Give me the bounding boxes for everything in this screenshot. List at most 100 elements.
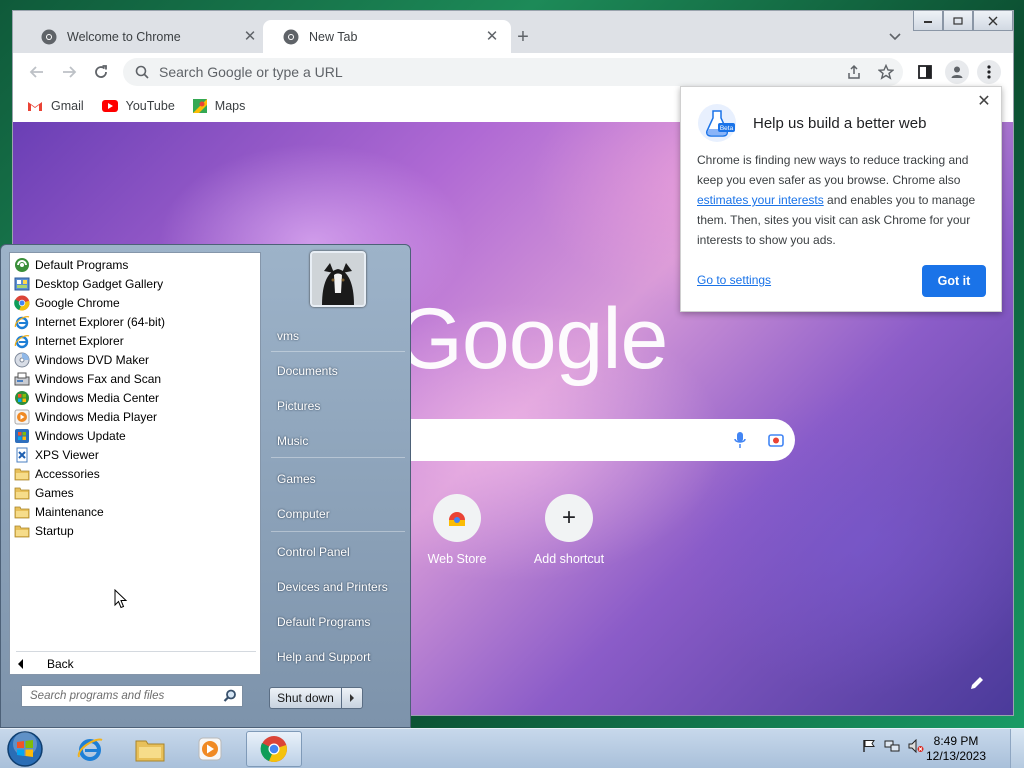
shutdown-button[interactable]: Shut down — [269, 687, 341, 709]
clock-time: 8:49 PM — [933, 734, 979, 748]
program-item[interactable]: Internet Explorer (64-bit) — [10, 312, 260, 331]
program-item[interactable]: Startup — [10, 521, 260, 540]
microphone-icon[interactable] — [733, 431, 747, 449]
estimates-interests-link[interactable]: estimates your interests — [697, 193, 824, 207]
windows-start-orb-icon[interactable] — [6, 730, 44, 768]
program-item[interactable]: Windows DVD Maker — [10, 350, 260, 369]
shortcut-add[interactable]: + Add shortcut — [521, 494, 617, 566]
start-link-documents[interactable]: Documents — [277, 364, 338, 378]
back-arrow-icon[interactable] — [25, 60, 49, 84]
program-item[interactable]: Default Programs — [10, 255, 260, 274]
dvd-maker-icon — [14, 352, 30, 368]
dialog-body: Chrome is finding new ways to reduce tra… — [697, 150, 987, 250]
start-link-pictures[interactable]: Pictures — [277, 399, 320, 413]
google-logo: Google — [396, 291, 668, 387]
maps-icon — [192, 99, 207, 113]
start-link-games[interactable]: Games — [277, 472, 316, 486]
program-item[interactable]: Windows Media Center — [10, 388, 260, 407]
omnibox-input[interactable] — [159, 64, 799, 80]
share-icon[interactable] — [846, 64, 862, 80]
program-item[interactable]: Maintenance — [10, 502, 260, 521]
bookmark-maps[interactable]: Maps — [192, 99, 245, 113]
user-avatar[interactable] — [310, 251, 366, 307]
bookmark-label: YouTube — [125, 99, 175, 113]
side-panel-icon[interactable] — [913, 60, 937, 84]
close-window-button[interactable] — [973, 11, 1013, 31]
start-menu-programs-pane: Default Programs Desktop Gadget Gallery Go… — [9, 252, 261, 675]
close-icon[interactable]: ✕ — [241, 28, 259, 46]
taskbar-google-chrome[interactable] — [246, 731, 302, 767]
system-tray — [862, 738, 932, 756]
xps-viewer-icon — [14, 447, 30, 463]
beta-badge: Beta — [720, 125, 734, 132]
reload-icon[interactable] — [89, 60, 113, 84]
program-item[interactable]: Windows Media Player — [10, 407, 260, 426]
forward-arrow-icon[interactable] — [57, 60, 81, 84]
program-label: XPS Viewer — [35, 447, 99, 462]
shortcut-web-store[interactable]: Web Store — [409, 494, 505, 566]
star-icon[interactable] — [878, 64, 894, 80]
start-link-help-and-support[interactable]: Help and Support — [277, 650, 370, 664]
start-menu-links-pane: vms Documents Pictures Music Games Computer Co… — [263, 245, 411, 729]
start-link-devices-and-printers[interactable]: Devices and Printers — [277, 580, 388, 594]
close-icon[interactable]: ✕ — [975, 93, 993, 111]
clock-date: 12/13/2023 — [925, 749, 987, 763]
divider — [16, 651, 256, 652]
program-item[interactable]: Desktop Gadget Gallery — [10, 274, 260, 293]
program-item[interactable]: Windows Fax and Scan — [10, 369, 260, 388]
taskbar: 8:49 PM 12/13/2023 — [0, 728, 1024, 768]
youtube-icon — [101, 100, 118, 112]
search-icon — [223, 689, 236, 702]
privacy-sandbox-dialog: ✕ Beta Help us build a better web Chrome… — [680, 86, 1002, 312]
tab-new-tab[interactable]: New Tab ✕ — [263, 20, 511, 53]
start-link-default-programs[interactable]: Default Programs — [277, 615, 370, 629]
close-icon[interactable]: ✕ — [483, 28, 501, 46]
bookmark-gmail[interactable]: Gmail — [27, 99, 84, 113]
network-icon[interactable] — [884, 739, 900, 756]
program-label: Internet Explorer (64-bit) — [35, 314, 166, 329]
start-link-music[interactable]: Music — [277, 434, 308, 448]
program-label: Windows Update — [35, 428, 126, 443]
folder-icon — [135, 740, 165, 762]
media-center-icon — [14, 390, 30, 406]
pencil-icon[interactable] — [965, 671, 989, 695]
program-label: Google Chrome — [35, 295, 120, 310]
shutdown-options-button[interactable] — [341, 687, 363, 709]
show-desktop-button[interactable] — [1010, 729, 1024, 768]
folder-icon — [14, 485, 30, 501]
program-item[interactable]: XPS Viewer — [10, 445, 260, 464]
taskbar-file-explorer[interactable] — [122, 731, 178, 767]
taskbar-clock[interactable]: 8:49 PM 12/13/2023 — [925, 734, 987, 764]
start-search-box[interactable] — [21, 685, 243, 707]
program-item[interactable]: Accessories — [10, 464, 260, 483]
new-tab-button[interactable]: + — [511, 25, 535, 49]
camera-lens-icon[interactable] — [767, 431, 785, 449]
minimize-button[interactable] — [913, 11, 943, 31]
chevron-down-icon[interactable] — [883, 25, 907, 49]
taskbar-media-player[interactable] — [182, 731, 238, 767]
start-link-vms[interactable]: vms — [277, 329, 299, 343]
program-item[interactable]: Games — [10, 483, 260, 502]
plus-icon: + — [545, 494, 593, 542]
back-label: Back — [47, 657, 74, 671]
got-it-button[interactable]: Got it — [922, 265, 986, 297]
start-search-input[interactable] — [30, 690, 220, 702]
tab-welcome[interactable]: Welcome to Chrome ✕ — [21, 20, 269, 53]
bookmark-youtube[interactable]: YouTube — [101, 99, 175, 113]
maximize-button[interactable] — [943, 11, 973, 31]
taskbar-internet-explorer[interactable] — [62, 731, 118, 767]
profile-avatar-icon[interactable] — [945, 60, 969, 84]
start-link-control-panel[interactable]: Control Panel — [277, 545, 350, 559]
volume-muted-icon[interactable] — [908, 738, 924, 756]
back-button[interactable]: Back — [18, 657, 74, 671]
flag-icon[interactable] — [862, 739, 876, 756]
start-link-computer[interactable]: Computer — [277, 507, 330, 521]
go-to-settings-link[interactable]: Go to settings — [697, 273, 771, 287]
program-item[interactable]: Windows Update — [10, 426, 260, 445]
omnibox[interactable] — [123, 58, 903, 86]
program-item[interactable]: Internet Explorer — [10, 331, 260, 350]
chrome-icon — [283, 29, 299, 44]
chevron-right-icon — [350, 694, 354, 702]
kebab-menu-icon[interactable] — [977, 60, 1001, 84]
program-item[interactable]: Google Chrome — [10, 293, 260, 312]
